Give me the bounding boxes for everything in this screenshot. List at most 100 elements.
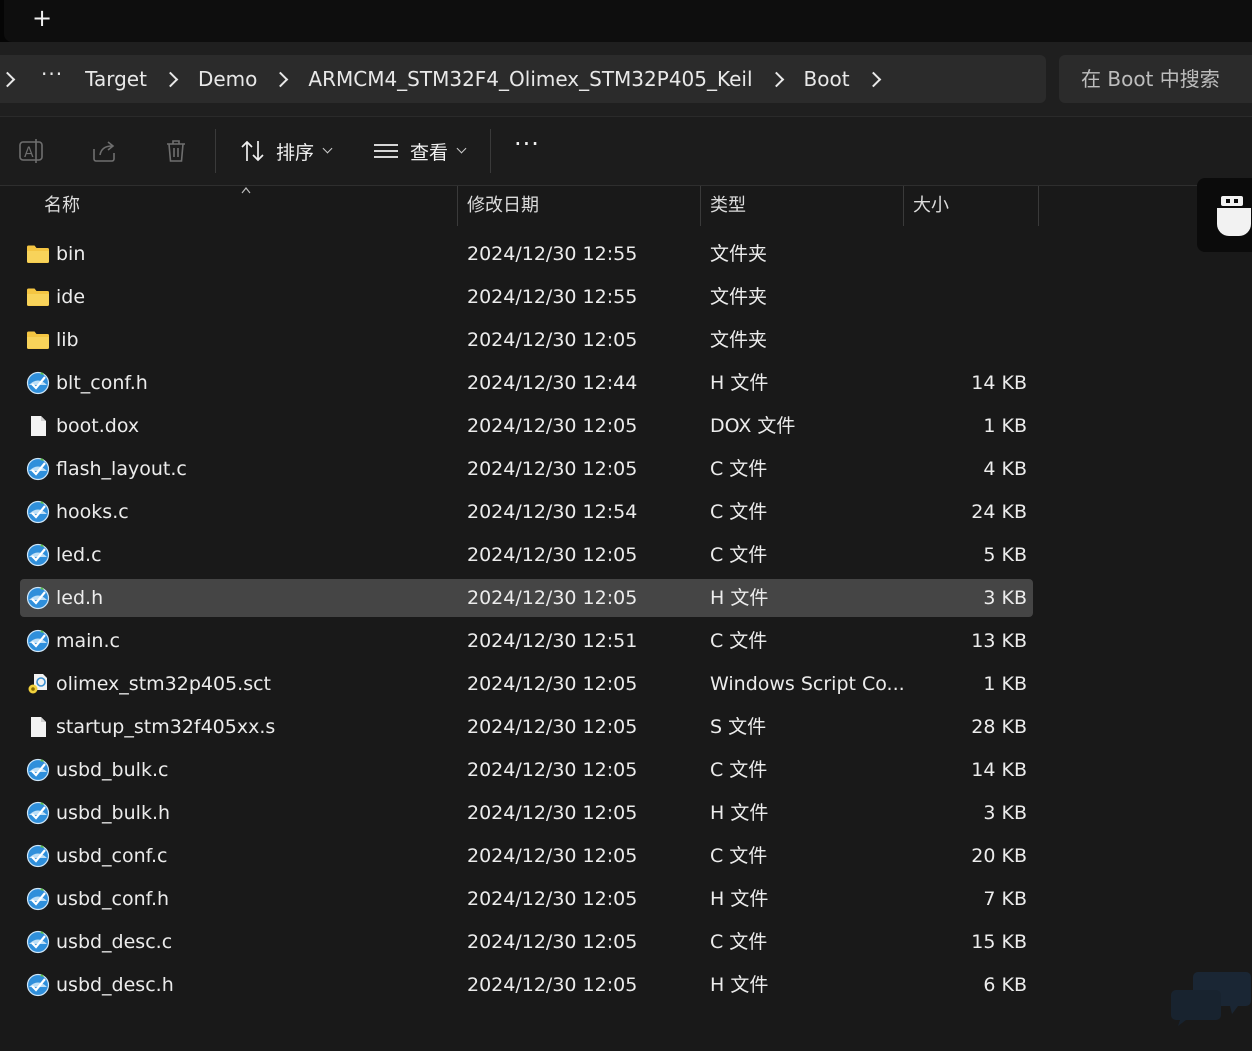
file-type: H 文件: [710, 587, 769, 609]
file-size: 1 KB: [983, 415, 1027, 437]
column-header-row: 名称 修改日期 类型 大小: [0, 186, 1252, 226]
file-name: led.c: [56, 544, 102, 566]
title-bar: +: [0, 0, 1252, 42]
chevron-right-icon[interactable]: [865, 71, 881, 87]
file-type: H 文件: [710, 802, 769, 824]
column-divider[interactable]: [700, 186, 701, 226]
file-row[interactable]: usbd_bulk.h 2024/12/30 12:05 H 文件 3 KB: [20, 794, 1033, 832]
file-size: 3 KB: [983, 587, 1027, 609]
file-modified-date: 2024/12/30 12:05: [467, 802, 638, 824]
file-name: flash_layout.c: [56, 458, 187, 480]
trash-icon[interactable]: [162, 137, 190, 165]
file-modified-date: 2024/12/30 12:05: [467, 329, 638, 351]
file-row[interactable]: lib 2024/12/30 12:05 文件夹: [20, 321, 1033, 359]
share-icon[interactable]: [90, 137, 118, 165]
source-file-icon: [26, 457, 50, 481]
file-name: usbd_bulk.h: [56, 802, 171, 824]
source-file-icon: [26, 887, 50, 911]
chat-bubble-icon: [1171, 972, 1251, 1026]
column-divider[interactable]: [457, 186, 458, 226]
file-row[interactable]: led.c 2024/12/30 12:05 C 文件 5 KB: [20, 536, 1033, 574]
file-name: ide: [56, 286, 86, 308]
file-modified-date: 2024/12/30 12:05: [467, 458, 638, 480]
search-input[interactable]: 在 Boot 中搜索: [1059, 55, 1252, 103]
file-size: 13 KB: [971, 630, 1027, 652]
file-modified-date: 2024/12/30 12:55: [467, 286, 638, 308]
file-modified-date: 2024/12/30 12:05: [467, 544, 638, 566]
column-divider[interactable]: [903, 186, 904, 226]
file-row[interactable]: usbd_desc.c 2024/12/30 12:05 C 文件 15 KB: [20, 923, 1033, 961]
svg-text:A: A: [24, 145, 34, 161]
breadcrumb-overflow-button[interactable]: ···: [41, 64, 63, 84]
file-row[interactable]: ide 2024/12/30 12:55 文件夹: [20, 278, 1033, 316]
folder-icon: [27, 331, 49, 349]
file-row[interactable]: usbd_bulk.c 2024/12/30 12:05 C 文件 14 KB: [20, 751, 1033, 789]
file-modified-date: 2024/12/30 12:05: [467, 587, 638, 609]
file-row[interactable]: main.c 2024/12/30 12:51 C 文件 13 KB: [20, 622, 1033, 660]
file-name: usbd_desc.h: [56, 974, 174, 996]
source-file-icon: [26, 844, 50, 868]
file-row[interactable]: blt_conf.h 2024/12/30 12:44 H 文件 14 KB: [20, 364, 1033, 402]
script-file-icon: [28, 674, 47, 694]
breadcrumb-item-demo[interactable]: Demo: [198, 67, 257, 91]
chevron-right-icon[interactable]: [768, 71, 784, 87]
source-file-icon: [26, 758, 50, 782]
file-size: 14 KB: [971, 372, 1027, 394]
file-row[interactable]: flash_layout.c 2024/12/30 12:05 C 文件 4 KB: [20, 450, 1033, 488]
file-name: usbd_desc.c: [56, 931, 173, 953]
usb-drive-icon: [1217, 196, 1251, 236]
source-file-icon: [26, 930, 50, 954]
file-type: C 文件: [710, 931, 768, 953]
file-type: S 文件: [710, 716, 767, 738]
file-row[interactable]: bin 2024/12/30 12:55 文件夹: [20, 235, 1033, 273]
file-row[interactable]: startup_stm32f405xx.s 2024/12/30 12:05 S 文…: [20, 708, 1033, 746]
source-file-icon: [26, 973, 50, 997]
new-tab-button[interactable]: +: [30, 4, 54, 32]
sort-button[interactable]: 排序: [240, 135, 333, 167]
column-divider[interactable]: [1038, 186, 1039, 226]
file-row[interactable]: olimex_stm32p405.sct 2024/12/30 12:05 Wind…: [20, 665, 1033, 703]
file-row[interactable]: usbd_conf.h 2024/12/30 12:05 H 文件 7 KB: [20, 880, 1033, 918]
more-options-button[interactable]: ···: [514, 132, 544, 156]
source-file-icon: [26, 629, 50, 653]
source-file-icon: [26, 801, 50, 825]
file-row[interactable]: usbd_desc.h 2024/12/30 12:05 H 文件 6 KB: [20, 966, 1033, 1004]
file-size: 24 KB: [971, 501, 1027, 523]
file-size: 14 KB: [971, 759, 1027, 781]
column-header-date[interactable]: 修改日期: [467, 186, 539, 226]
address-bar: ··· Target Demo ARMCM4_STM32F4_Olimex_ST…: [0, 42, 1252, 116]
breadcrumb-item-target[interactable]: Target: [85, 67, 147, 91]
usb-drive-tab[interactable]: [1197, 178, 1252, 252]
file-name: usbd_conf.c: [56, 845, 168, 867]
column-header-name[interactable]: 名称: [44, 186, 80, 226]
file-row[interactable]: led.h 2024/12/30 12:05 H 文件 3 KB: [20, 579, 1033, 617]
file-name: startup_stm32f405xx.s: [56, 716, 276, 738]
breadcrumb-item-boot[interactable]: Boot: [804, 67, 850, 91]
file-type: H 文件: [710, 372, 769, 394]
file-name: boot.dox: [56, 415, 140, 437]
chevron-right-icon[interactable]: [0, 71, 16, 87]
file-name: usbd_conf.h: [56, 888, 170, 910]
sort-label: 排序: [276, 141, 315, 164]
file-type: C 文件: [710, 845, 768, 867]
blank-file-icon: [31, 416, 46, 436]
file-name: olimex_stm32p405.sct: [56, 673, 271, 695]
file-type: 文件夹: [710, 286, 768, 308]
file-size: 28 KB: [971, 716, 1027, 738]
column-header-type[interactable]: 类型: [710, 186, 746, 226]
file-size: 7 KB: [983, 888, 1027, 910]
file-modified-date: 2024/12/30 12:05: [467, 716, 638, 738]
chevron-right-icon[interactable]: [273, 71, 289, 87]
file-row[interactable]: usbd_conf.c 2024/12/30 12:05 C 文件 20 KB: [20, 837, 1033, 875]
file-size: 15 KB: [971, 931, 1027, 953]
file-row[interactable]: boot.dox 2024/12/30 12:05 DOX 文件 1 KB: [20, 407, 1033, 445]
view-button[interactable]: 查看: [373, 135, 467, 167]
rename-icon[interactable]: A: [18, 137, 46, 165]
column-header-size[interactable]: 大小: [913, 186, 949, 226]
file-type: H 文件: [710, 888, 769, 910]
breadcrumb-item-project[interactable]: ARMCM4_STM32F4_Olimex_STM32P405_Keil: [308, 67, 752, 91]
file-type: C 文件: [710, 458, 768, 480]
chevron-right-icon[interactable]: [162, 71, 179, 87]
file-row[interactable]: hooks.c 2024/12/30 12:54 C 文件 24 KB: [20, 493, 1033, 531]
breadcrumb[interactable]: ··· Target Demo ARMCM4_STM32F4_Olimex_ST…: [0, 55, 1046, 103]
